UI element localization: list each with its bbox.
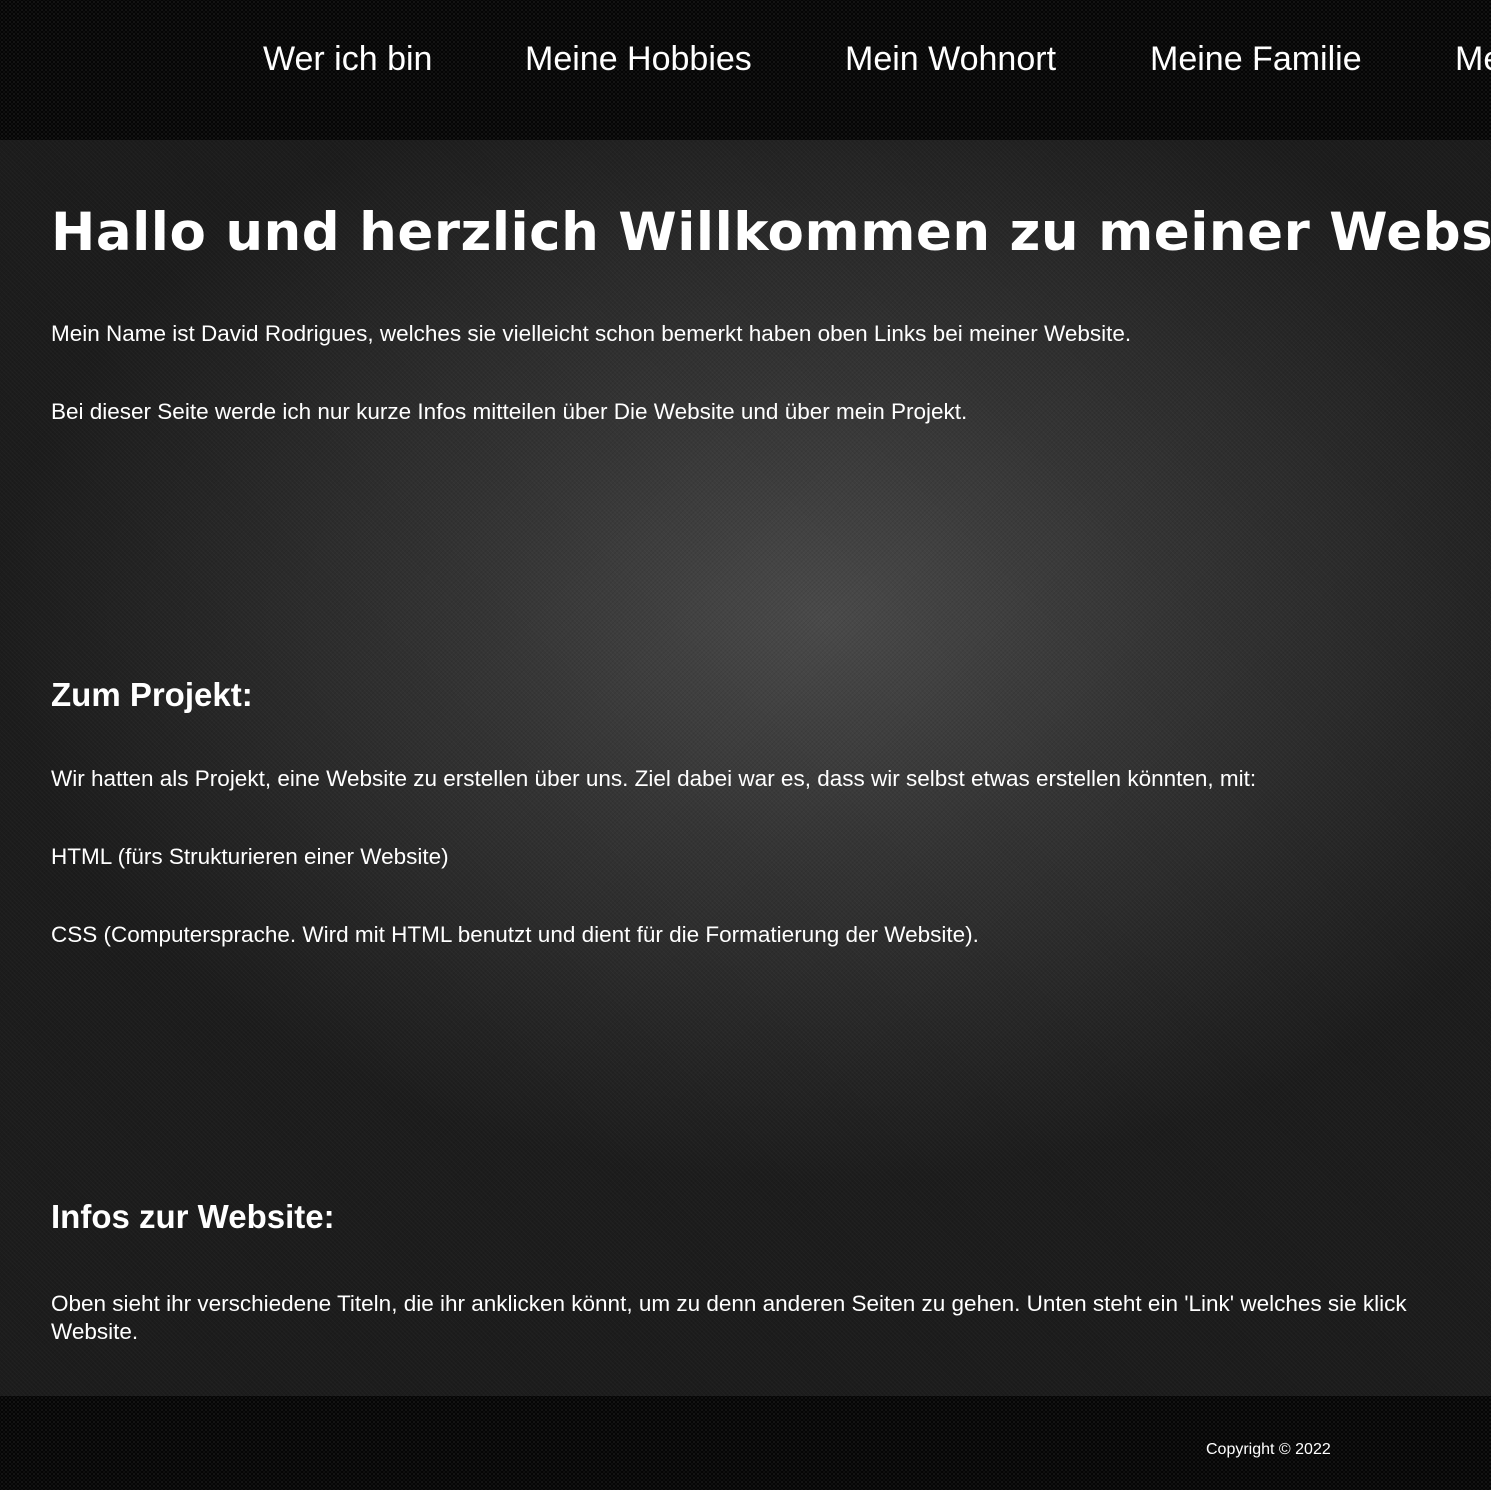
nav-link-wer-ich-bin[interactable]: Wer ich bin xyxy=(263,38,432,80)
copyright-text: Copyright © 2022 xyxy=(1206,1441,1331,1458)
nav-link-truncated[interactable]: Me xyxy=(1455,38,1491,80)
page: Wer ich bin Meine Hobbies Mein Wohnort M… xyxy=(0,0,1491,1490)
nav-link-meine-hobbies[interactable]: Meine Hobbies xyxy=(525,38,752,80)
section-heading-projekt: Zum Projekt: xyxy=(51,676,253,713)
site-header: Wer ich bin Meine Hobbies Mein Wohnort M… xyxy=(0,0,1491,140)
infos-paragraph-line-1: Oben sieht ihr verschiedene Titeln, die … xyxy=(51,1291,1407,1316)
intro-paragraph-info: Bei dieser Seite werde ich nur kurze Inf… xyxy=(51,399,968,424)
page-title: Hallo und herzlich Willkommen zu meiner … xyxy=(51,202,1491,263)
main-content: Hallo und herzlich Willkommen zu meiner … xyxy=(0,140,1491,1396)
projekt-paragraph-goal: Wir hatten als Projekt, eine Website zu … xyxy=(51,766,1257,791)
section-heading-infos: Infos zur Website: xyxy=(51,1198,335,1235)
nav-link-mein-wohnort[interactable]: Mein Wohnort xyxy=(845,38,1056,80)
intro-paragraph-name: Mein Name ist David Rodrigues, welches s… xyxy=(51,321,1132,346)
infos-paragraph-line-2: Website. xyxy=(51,1319,139,1344)
nav-link-meine-familie[interactable]: Meine Familie xyxy=(1150,38,1362,80)
site-footer: Copyright © 2022 xyxy=(0,1396,1491,1490)
projekt-paragraph-css: CSS (Computersprache. Wird mit HTML benu… xyxy=(51,922,979,947)
projekt-paragraph-html: HTML (fürs Strukturieren einer Website) xyxy=(51,844,449,869)
